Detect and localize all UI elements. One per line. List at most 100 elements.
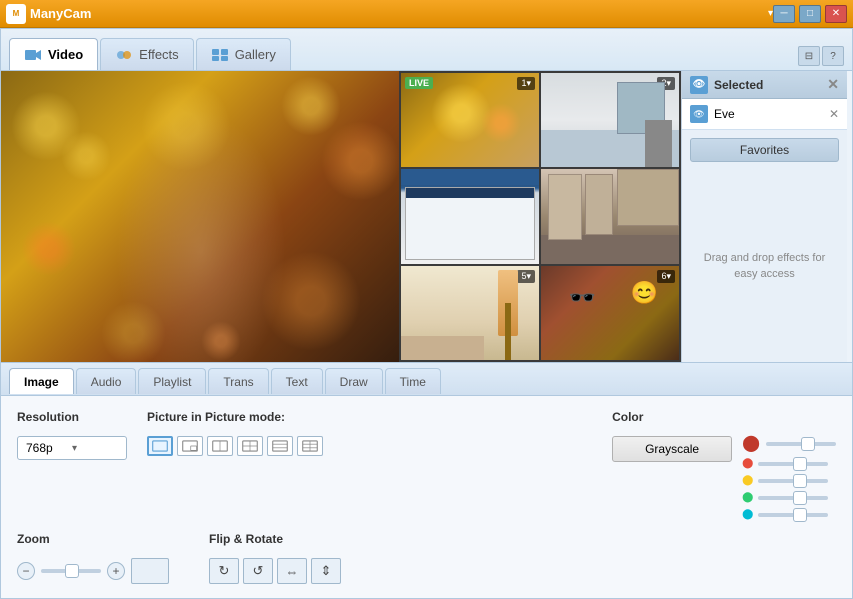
building-1 (548, 174, 583, 240)
app-name: ManyCam (30, 6, 764, 21)
sub-tab-image[interactable]: Image (9, 368, 74, 394)
pip-btn-hstack[interactable] (267, 436, 293, 456)
close-button[interactable]: ✕ (825, 5, 847, 23)
green-dot: ⬤ (742, 492, 752, 503)
flip-h-button[interactable]: ⇔ (277, 558, 307, 584)
sub-tab-playlist-label: Playlist (153, 375, 191, 389)
title-bar: M ManyCam ▾ ─ □ ✕ (0, 0, 853, 28)
pip-col: Picture in Picture mode: (147, 410, 323, 520)
drag-drop-text: Drag and drop effects for easy access (698, 250, 831, 283)
pip-btn-single[interactable] (147, 436, 173, 456)
thumbnail-grid: LIVE 1▾ 2▾ 3▾ (399, 71, 681, 362)
red-dot: ⬤ (742, 458, 752, 469)
thumb-6-num: 6▾ (657, 270, 675, 283)
window-controls: ─ □ ✕ (773, 5, 847, 23)
tab-gallery[interactable]: Gallery (196, 38, 291, 70)
pip-btn-quad[interactable] (237, 436, 263, 456)
floor-r2 (401, 336, 484, 360)
rotate-cw-button[interactable]: ↻ (209, 558, 239, 584)
color-slider-thumb-cyan[interactable] (793, 508, 807, 522)
settings-row-2: Zoom − + Flip & Rotate ↻ ↺ ⇔ ⇕ (17, 532, 836, 584)
glasses-emoji: 🕶️ (569, 285, 596, 311)
tab-bar: Video Effects Gallery (1, 29, 852, 71)
resolution-value: 768p (26, 441, 72, 455)
room-chair (645, 120, 673, 167)
maximize-button[interactable]: □ (799, 5, 821, 23)
screen-content (401, 169, 539, 263)
favorites-button[interactable]: Favorites (690, 138, 839, 162)
window-help-button[interactable]: ? (822, 46, 844, 66)
color-slider-thumb-1[interactable] (801, 437, 815, 451)
selected-close-button[interactable]: ✕ (827, 76, 839, 93)
content-area: ON AIR LIVE 1▾ 2▾ 3▾ (1, 71, 852, 362)
drag-drop-area: Drag and drop effects for easy access (682, 170, 847, 362)
flip-rotate-row: ↻ ↺ ⇔ ⇕ (209, 558, 341, 584)
zoom-slider[interactable] (41, 569, 101, 573)
sub-tab-draw[interactable]: Draw (325, 368, 383, 394)
thumbnail-1[interactable]: LIVE 1▾ (401, 73, 539, 167)
minimize-button[interactable]: ─ (773, 5, 795, 23)
sub-tab-trans[interactable]: Trans (208, 368, 268, 394)
sub-tab-image-label: Image (24, 375, 59, 389)
color-slider-red: ⬤ (742, 458, 836, 469)
window-size-buttons: ⊟ ? (798, 46, 844, 70)
flip-v-button[interactable]: ⇕ (311, 558, 341, 584)
selected-header-icon: 👁 (690, 76, 708, 94)
sub-tab-audio-label: Audio (91, 375, 122, 389)
thumbnail-2[interactable]: 2▾ (541, 73, 679, 167)
selected-item-icon: 👁 (690, 105, 708, 123)
cyan-dot: ⬤ (742, 509, 752, 520)
pip-btn-grid[interactable] (297, 436, 323, 456)
flip-label: Flip & Rotate (209, 532, 341, 546)
tab-video[interactable]: Video (9, 38, 98, 70)
sub-tab-playlist[interactable]: Playlist (138, 368, 206, 394)
sub-tab-audio[interactable]: Audio (76, 368, 137, 394)
zoom-out-button[interactable]: − (17, 562, 35, 580)
tab-effects[interactable]: Effects (100, 38, 194, 70)
bokeh-t1 (431, 83, 491, 143)
color-slider-thumb-yellow[interactable] (793, 474, 807, 488)
pip-modes (147, 436, 323, 456)
selected-header-label: Selected (714, 78, 763, 92)
yellow-dot: ⬤ (742, 475, 752, 486)
resolution-dropdown[interactable]: 768p ▾ (17, 436, 127, 460)
selected-item-eve: 👁 Eve ✕ (682, 99, 847, 130)
color-slider-thumb-green[interactable] (793, 491, 807, 505)
zoom-col: Zoom − + (17, 532, 169, 584)
sub-tab-time[interactable]: Time (385, 368, 441, 394)
zoom-in-button[interactable]: + (107, 562, 125, 580)
video-area: ON AIR (1, 71, 399, 362)
flip-col: Flip & Rotate ↻ ↺ ⇔ ⇕ (209, 532, 341, 584)
selected-item-name: Eve (714, 107, 823, 121)
window-restore-button[interactable]: ⊟ (798, 46, 820, 66)
color-slider-track-red (758, 462, 828, 466)
rotate-ccw-button[interactable]: ↺ (243, 558, 273, 584)
zoom-label: Zoom (17, 532, 169, 546)
color-controls: Grayscale ⬤ (612, 436, 836, 520)
color-slider-thumb-red[interactable] (793, 457, 807, 471)
thumbnail-6[interactable]: 6▾ 🕶️ 😊 (541, 266, 679, 360)
window-title (406, 188, 534, 198)
selected-item-remove[interactable]: ✕ (829, 107, 839, 121)
sub-tab-text[interactable]: Text (271, 368, 323, 394)
thumbnail-3[interactable]: 3▾ (401, 169, 539, 263)
sub-tab-time-label: Time (400, 375, 426, 389)
color-slider-green: ⬤ (742, 492, 836, 503)
sliders-column (766, 442, 836, 446)
selected-header: 👁 Selected ✕ (682, 71, 847, 99)
zoom-slider-thumb[interactable] (65, 564, 79, 578)
tab-effects-label: Effects (139, 47, 179, 62)
pip-btn-pip[interactable] (177, 436, 203, 456)
thumbnail-4[interactable]: 4▾ (541, 169, 679, 263)
app-logo: M (6, 4, 26, 24)
tab-gallery-label: Gallery (235, 47, 276, 62)
woman-silhouette (1, 71, 399, 362)
grayscale-button[interactable]: Grayscale (612, 436, 732, 462)
effects-icon (115, 48, 133, 62)
video-icon (24, 48, 42, 62)
building-3 (617, 169, 679, 226)
settings-row-1: Resolution 768p ▾ Picture in Picture mod… (17, 410, 836, 520)
pip-btn-side[interactable] (207, 436, 233, 456)
smiley-emoji: 😊 (631, 280, 658, 306)
thumbnail-5[interactable]: 5▾ (401, 266, 539, 360)
